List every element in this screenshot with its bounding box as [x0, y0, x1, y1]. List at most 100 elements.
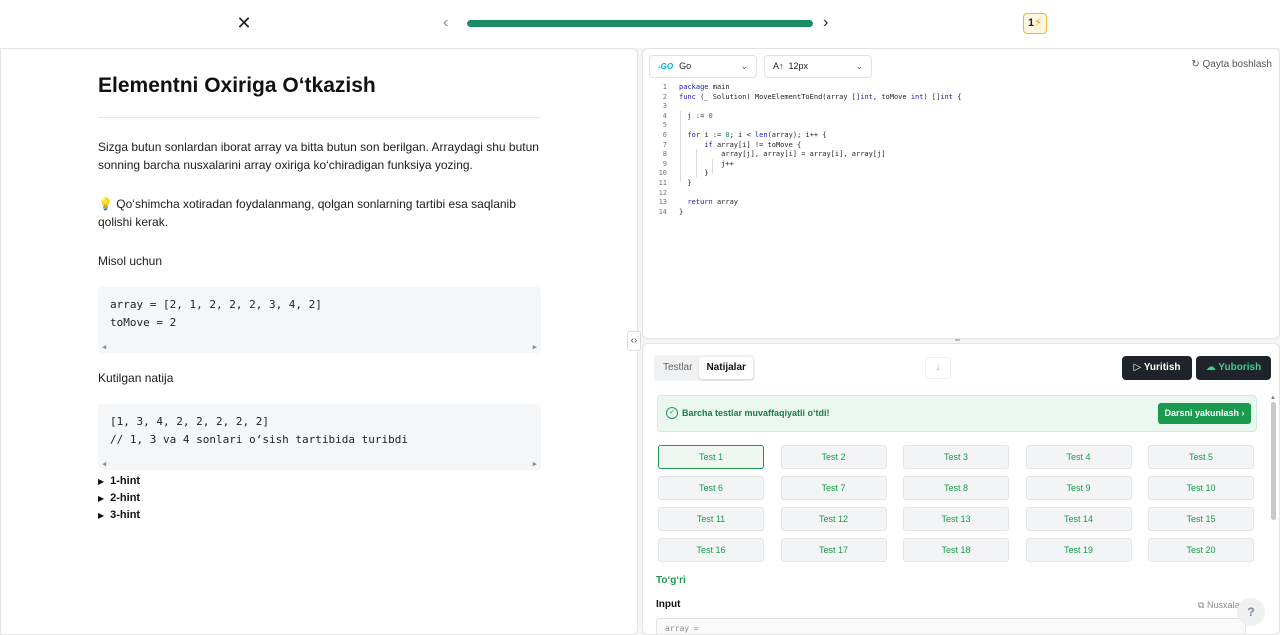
test-case-button[interactable]: Test 19	[1025, 538, 1132, 562]
test-case-button[interactable]: Test 9	[1025, 476, 1132, 500]
code-line: array[j], array[i] = array[i], array[j]	[679, 150, 886, 159]
code-line: }	[679, 169, 709, 178]
line-number: 1	[662, 83, 667, 91]
example-heading: Misol uchun	[98, 254, 163, 268]
lesson-progress-bar	[467, 20, 813, 27]
code-line: }	[679, 207, 684, 216]
line-number: 7	[662, 140, 667, 149]
run-button[interactable]: ▷ Yuritish	[1122, 356, 1192, 380]
line-number: 12	[658, 188, 667, 197]
test-verdict: To‘g‘ri	[656, 575, 686, 586]
code-line: func (_ Solution) MoveElementToEnd(array…	[679, 92, 962, 101]
line-number: 3	[662, 102, 667, 111]
arrow-down-icon[interactable]: ↓	[925, 357, 951, 379]
hint-1[interactable]: ▶ 1-hint	[98, 475, 140, 487]
example-code-block: array = [2, 1, 2, 2, 2, 3, 4, 2] toMove …	[98, 287, 541, 353]
reset-code-button[interactable]: ↻ Qayta boshlash	[1191, 59, 1272, 70]
go-logo-icon: -GO	[658, 62, 674, 71]
code-line: j++	[679, 159, 734, 168]
line-number: 9	[662, 159, 667, 168]
line-numbers: 1 2 3 4 5 6 7 8 9 10 11 12 13 14	[653, 83, 667, 217]
test-case-button[interactable]: Test 15	[1148, 507, 1254, 531]
input-label: Input	[656, 599, 681, 610]
streak-badge[interactable]: 1⚡	[1023, 13, 1047, 34]
line-number: 10	[658, 169, 667, 178]
previous-lesson-icon[interactable]: ‹	[443, 14, 448, 32]
test-case-button[interactable]: Test 5	[1148, 445, 1254, 469]
line-number: 6	[662, 130, 667, 139]
line-number: 8	[662, 150, 667, 159]
test-case-button[interactable]: Test 20	[1148, 538, 1254, 562]
test-case-button[interactable]: Test 8	[903, 476, 1009, 500]
progress-fill	[467, 20, 813, 27]
example-scrollbar[interactable]: ◀ ▶	[100, 343, 539, 351]
test-case-button[interactable]: Test 3	[903, 445, 1009, 469]
check-circle-icon: ✓	[666, 407, 678, 419]
panel-resize-handle[interactable]: ‹›	[627, 331, 641, 351]
lightning-icon: ⚡	[1034, 17, 1042, 29]
help-button[interactable]: ?	[1237, 598, 1265, 626]
code-line: j := 0	[679, 111, 713, 120]
top-bar: ✕ ‹ › 1⚡	[0, 0, 1280, 48]
line-number: 13	[658, 198, 667, 207]
hint-3[interactable]: ▶ 3-hint	[98, 509, 140, 521]
line-number: 14	[658, 207, 667, 216]
expected-code-block: [1, 3, 4, 2, 2, 2, 2, 2] // 1, 3 va 4 so…	[98, 404, 541, 470]
next-lesson-icon[interactable]: ›	[823, 14, 828, 32]
test-case-button[interactable]: Test 18	[903, 538, 1009, 562]
line-number: 11	[658, 178, 667, 187]
code-line: return array	[687, 198, 739, 207]
code-line: for i := 0; i < len(array); i++ {	[687, 130, 827, 139]
language-select[interactable]: -GO Go ⌄	[649, 55, 757, 78]
test-case-button[interactable]: Test 12	[780, 507, 887, 531]
code-line: package main	[679, 83, 730, 91]
lightbulb-icon: 💡	[98, 197, 113, 211]
test-case-button[interactable]: Test 10	[1148, 476, 1254, 500]
problem-panel: Elementni Oxiriga O‘tkazish Sizga butun …	[0, 48, 638, 635]
test-case-button[interactable]: Test 11	[658, 507, 764, 531]
tab-tests[interactable]: Testlar	[656, 357, 699, 379]
title-divider	[98, 117, 541, 118]
chevron-down-icon: ⌄	[740, 61, 748, 71]
tab-results[interactable]: Natijalar	[699, 357, 753, 379]
test-case-button[interactable]: Test 14	[1025, 507, 1132, 531]
copy-icon: ⧉	[1198, 600, 1205, 610]
font-size-select[interactable]: A↑ 12px ⌄	[764, 55, 872, 78]
test-case-button[interactable]: Test 17	[780, 538, 887, 562]
test-case-button[interactable]: Test 1	[658, 445, 764, 469]
code-editor-panel: -GO Go ⌄ A↑ 12px ⌄ ↻ Qayta boshlash 123456…	[642, 48, 1280, 339]
test-case-button[interactable]: Test 16	[658, 538, 764, 562]
test-case-button[interactable]: Test 2	[780, 445, 887, 469]
problem-title: Elementni Oxiriga O‘tkazish	[98, 74, 376, 97]
font-size-value: 12px	[788, 61, 809, 71]
test-case-button[interactable]: Test 13	[903, 507, 1009, 531]
test-case-button[interactable]: Test 7	[780, 476, 887, 500]
hint-2[interactable]: ▶ 2-hint	[98, 492, 140, 504]
problem-description: Sizga butun sonlardan iborat array va bi…	[98, 140, 539, 172]
scroll-up-icon[interactable]: ▲	[1270, 395, 1276, 401]
problem-note-text: Qo‘shimcha xotiradan foydalanmang, qolga…	[98, 197, 516, 229]
expected-scrollbar[interactable]: ◀ ▶	[100, 460, 539, 468]
font-size-icon: A↑	[773, 61, 784, 71]
line-number: 4	[662, 111, 667, 120]
language-value: Go	[679, 61, 692, 71]
test-case-button[interactable]: Test 6	[658, 476, 764, 500]
test-case-button[interactable]: Test 4	[1025, 445, 1132, 469]
results-scrollbar[interactable]	[1271, 402, 1276, 520]
submit-button[interactable]: ☁ Yuborish	[1196, 356, 1271, 380]
finish-lesson-button[interactable]: Darsni yakunlash ›	[1158, 403, 1251, 424]
chevron-down-icon: ⌄	[855, 61, 863, 71]
results-tabs: Testlar Natijalar	[654, 355, 755, 381]
close-icon[interactable]: ✕	[234, 13, 254, 33]
example-code: array = [2, 1, 2, 2, 2, 3, 4, 2] toMove …	[110, 298, 322, 329]
expected-code: [1, 3, 4, 2, 2, 2, 2, 2] // 1, 3 va 4 so…	[110, 415, 409, 446]
line-number: 2	[662, 92, 667, 101]
chevron-right-icon: ›	[1241, 408, 1245, 418]
code-editor[interactable]: 1 2 3 4 5 6 7 8 9 10 11 12 13 14 package main func (_ …	[643, 83, 1243, 223]
expected-heading: Kutilgan natija	[98, 371, 174, 385]
success-message: Barcha testlar muvaffaqiyatli o‘tdi!	[682, 408, 830, 418]
code-text[interactable]: package main func (_ Solution) MoveElemen…	[679, 83, 961, 217]
